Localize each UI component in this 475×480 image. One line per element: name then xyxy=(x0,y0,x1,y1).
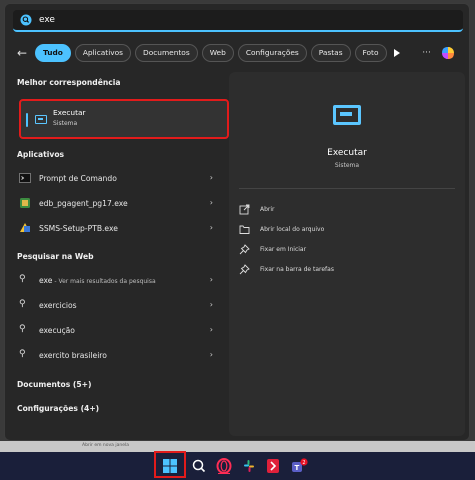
search-icon: ⚲ xyxy=(19,349,26,359)
filter-pastas[interactable]: Pastas xyxy=(310,44,351,62)
run-app-icon xyxy=(35,115,47,124)
filter-tudo[interactable]: Tudo xyxy=(35,44,71,62)
folder-icon xyxy=(239,225,250,234)
action-label: Fixar em Iniciar xyxy=(260,245,307,253)
web-query: exercicios xyxy=(39,300,77,310)
search-icon: ⚲ xyxy=(19,299,26,309)
section-documents[interactable]: Documentos (5+) xyxy=(17,380,92,389)
divider xyxy=(239,188,455,189)
copilot-icon[interactable] xyxy=(439,44,457,62)
chevron-right-icon[interactable]: › xyxy=(210,275,213,284)
search-icon: ⚲ xyxy=(19,324,26,334)
search-icon: ⚲ xyxy=(19,274,26,284)
web-result[interactable]: ⚲ exercito brasileiro › xyxy=(13,345,223,365)
results-list: Melhor correspondência Executar Sistema … xyxy=(13,72,229,432)
chevron-right-icon[interactable]: › xyxy=(210,223,213,232)
filter-aplicativos[interactable]: Aplicativos xyxy=(74,44,132,62)
search-input[interactable] xyxy=(39,12,439,28)
more-options-button[interactable]: ··· xyxy=(419,48,435,58)
run-app-icon xyxy=(333,105,361,125)
preview-subtitle: Sistema xyxy=(334,162,360,169)
web-result[interactable]: ⚲ exe - Ver mais resultados da pesquisa … xyxy=(13,270,223,290)
chevron-right-icon[interactable]: › xyxy=(210,300,213,309)
installer-icon xyxy=(20,198,30,208)
taskbar: T 2 xyxy=(0,452,475,480)
command-prompt-icon xyxy=(19,173,31,183)
chevron-right-icon[interactable]: › xyxy=(210,198,213,207)
app-result[interactable]: edb_pgagent_pg17.exe › xyxy=(13,193,223,213)
best-match-subtitle: Sistema xyxy=(53,120,78,127)
scroll-right-icon[interactable] xyxy=(391,44,403,62)
app-red-icon[interactable] xyxy=(264,457,282,475)
open-icon xyxy=(239,204,250,214)
slack-icon[interactable] xyxy=(240,457,258,475)
back-arrow-icon[interactable]: ← xyxy=(13,44,31,62)
search-box[interactable] xyxy=(13,10,463,32)
pin-icon xyxy=(239,243,250,254)
best-match-result[interactable]: Executar Sistema xyxy=(19,99,229,139)
background-text: Abrir em nova janela xyxy=(82,443,129,448)
pin-icon xyxy=(239,263,250,274)
teams-icon[interactable]: T 2 xyxy=(290,457,308,475)
section-apps: Aplicativos xyxy=(17,150,65,159)
background-window-strip: Abrir em nova janela xyxy=(0,441,475,452)
ssms-installer-icon xyxy=(20,223,30,232)
chevron-right-icon[interactable]: › xyxy=(210,325,213,334)
notification-badge: 2 xyxy=(302,460,305,466)
web-query: execução xyxy=(39,325,75,335)
section-best-match: Melhor correspondência xyxy=(17,78,121,87)
web-result[interactable]: ⚲ execução › xyxy=(13,320,223,340)
action-pin-start[interactable]: Fixar em Iniciar xyxy=(239,242,306,256)
preview-pane: Executar Sistema Abrir Abrir local do ar… xyxy=(229,72,465,436)
start-button-highlight xyxy=(154,451,186,478)
chevron-right-icon[interactable]: › xyxy=(210,350,213,359)
preview-title: Executar xyxy=(327,148,367,158)
action-open-location[interactable]: Abrir local do arquivo xyxy=(239,222,324,236)
action-open[interactable]: Abrir xyxy=(239,202,275,216)
action-label: Fixar na barra de tarefas xyxy=(260,265,334,273)
section-settings[interactable]: Configurações (4+) xyxy=(17,404,99,413)
chevron-right-icon[interactable]: › xyxy=(210,173,213,182)
action-label: Abrir local do arquivo xyxy=(260,225,325,233)
filter-configuracoes[interactable]: Configurações xyxy=(237,44,307,62)
opera-gx-icon[interactable] xyxy=(215,457,233,475)
app-name: SSMS-Setup-PTB.exe xyxy=(39,223,118,233)
action-label: Abrir xyxy=(260,205,275,213)
app-result[interactable]: Prompt de Comando › xyxy=(13,168,223,188)
app-name: Prompt de Comando xyxy=(39,173,117,183)
filter-fotos[interactable]: Foto xyxy=(354,44,387,62)
best-match-name: Executar xyxy=(53,108,86,117)
svg-text:T: T xyxy=(295,464,300,472)
action-pin-taskbar[interactable]: Fixar na barra de tarefas xyxy=(239,262,334,276)
web-result[interactable]: ⚲ exercicios › xyxy=(13,295,223,315)
web-query: exe - Ver mais resultados da pesquisa xyxy=(39,275,156,285)
filter-documentos[interactable]: Documentos xyxy=(135,44,198,62)
web-query: exercito brasileiro xyxy=(39,350,107,360)
search-icon xyxy=(20,14,32,26)
selection-indicator xyxy=(26,113,28,127)
screen: ← Tudo Aplicativos Documentos Web Config… xyxy=(0,0,475,480)
app-name: edb_pgagent_pg17.exe xyxy=(39,198,128,208)
start-search-panel: ← Tudo Aplicativos Documentos Web Config… xyxy=(4,3,470,441)
filter-bar: ← Tudo Aplicativos Documentos Web Config… xyxy=(13,42,465,64)
filter-web[interactable]: Web xyxy=(201,44,234,62)
taskbar-search-icon[interactable] xyxy=(190,457,208,475)
app-result[interactable]: SSMS-Setup-PTB.exe › xyxy=(13,218,223,238)
section-web: Pesquisar na Web xyxy=(17,252,94,261)
